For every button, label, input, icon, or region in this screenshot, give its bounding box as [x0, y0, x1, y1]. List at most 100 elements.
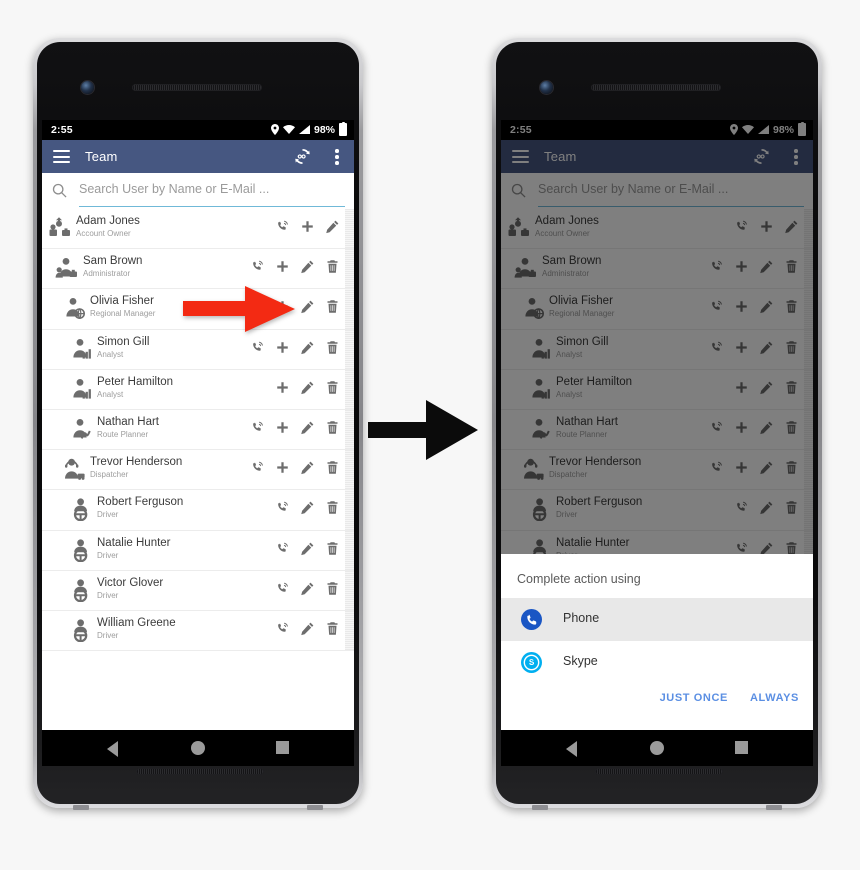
- just-once-button[interactable]: JUST ONCE: [660, 692, 728, 704]
- delete-icon[interactable]: [325, 259, 340, 274]
- signal-icon: [298, 125, 310, 134]
- table-row[interactable]: Natalie HunterDriver: [42, 530, 354, 571]
- delete-icon[interactable]: [325, 581, 340, 596]
- row-actions: [275, 541, 340, 556]
- phone-left-screen: 2:55 98% Team Search User by Name or E-M…: [42, 120, 354, 730]
- list-scrollbar[interactable]: [345, 450, 354, 490]
- user-identity: Victor GloverDriver: [97, 577, 163, 601]
- home-circle-icon[interactable]: [650, 741, 664, 755]
- list-scrollbar[interactable]: [345, 610, 354, 651]
- home-circle-icon[interactable]: [191, 741, 205, 755]
- route-planner-avatar-icon: [69, 417, 93, 441]
- call-icon[interactable]: [250, 259, 265, 274]
- list-scrollbar[interactable]: [345, 409, 354, 450]
- search-input[interactable]: Search User by Name or E-Mail ...: [79, 182, 269, 196]
- list-scrollbar[interactable]: [345, 530, 354, 570]
- table-row[interactable]: Adam Jones Account Owner: [42, 209, 354, 250]
- user-identity: Simon GillAnalyst: [97, 336, 149, 360]
- call-icon[interactable]: [250, 420, 265, 435]
- call-icon[interactable]: [275, 621, 290, 636]
- back-triangle-icon[interactable]: [566, 741, 577, 757]
- phone-app-icon: [521, 609, 542, 630]
- table-row[interactable]: Trevor HendersonDispatcher: [42, 450, 354, 491]
- edit-icon[interactable]: [300, 541, 315, 556]
- user-identity: Sam BrownAdministrator: [83, 255, 142, 279]
- add-icon[interactable]: [275, 460, 290, 475]
- user-name: Olivia Fisher: [90, 295, 154, 308]
- add-icon[interactable]: [275, 259, 290, 274]
- phone-right-screen: 2:55 98%: [501, 120, 813, 730]
- row-actions: [275, 621, 340, 636]
- list-scrollbar[interactable]: [345, 369, 354, 409]
- add-icon[interactable]: [275, 420, 290, 435]
- delete-icon[interactable]: [325, 500, 340, 515]
- user-identity: Peter HamiltonAnalyst: [97, 376, 173, 400]
- dialog-option-phone[interactable]: Phone: [501, 598, 813, 641]
- battery-icon: [339, 121, 347, 136]
- hamburger-menu-icon[interactable]: [53, 150, 70, 163]
- delete-icon[interactable]: [325, 299, 340, 314]
- user-identity: William GreeneDriver: [97, 617, 176, 641]
- call-icon[interactable]: [250, 460, 265, 475]
- edit-icon[interactable]: [300, 460, 315, 475]
- edit-icon[interactable]: [325, 219, 340, 234]
- list-scrollbar[interactable]: [345, 329, 354, 369]
- list-scrollbar[interactable]: [345, 570, 354, 610]
- row-actions: [250, 460, 340, 475]
- user-role: Dispatcher: [90, 470, 129, 480]
- complete-action-dialog: Complete action using Phone Skype JUST O…: [501, 554, 813, 730]
- table-row[interactable]: Robert FergusonDriver: [42, 490, 354, 531]
- list-scrollbar[interactable]: [345, 490, 354, 530]
- table-row[interactable]: Peter HamiltonAnalyst: [42, 369, 354, 410]
- user-role: Driver: [97, 510, 119, 520]
- edit-icon[interactable]: [300, 500, 315, 515]
- delete-icon[interactable]: [325, 541, 340, 556]
- edit-icon[interactable]: [300, 420, 315, 435]
- edit-icon[interactable]: [300, 340, 315, 355]
- add-icon[interactable]: [275, 340, 290, 355]
- edit-icon[interactable]: [300, 581, 315, 596]
- edit-icon[interactable]: [300, 380, 315, 395]
- user-role: Analyst: [97, 349, 124, 359]
- add-icon[interactable]: [275, 380, 290, 395]
- always-button[interactable]: ALWAYS: [750, 692, 799, 704]
- edit-icon[interactable]: [300, 259, 315, 274]
- row-actions: [250, 340, 340, 355]
- delete-icon[interactable]: [325, 340, 340, 355]
- recents-square-icon[interactable]: [276, 741, 289, 754]
- user-identity: Adam Jones Account Owner: [76, 215, 140, 239]
- row-actions: [250, 259, 340, 274]
- page-title: Team: [85, 149, 118, 164]
- table-row[interactable]: William GreeneDriver: [42, 610, 354, 652]
- delete-icon[interactable]: [325, 420, 340, 435]
- table-row[interactable]: Nathan HartRoute Planner: [42, 409, 354, 451]
- search-bar[interactable]: Search User by Name or E-Mail ...: [42, 173, 354, 209]
- delete-icon[interactable]: [325, 621, 340, 636]
- dialog-option-label: Phone: [563, 611, 600, 625]
- delete-icon[interactable]: [325, 460, 340, 475]
- call-icon[interactable]: [250, 340, 265, 355]
- call-icon[interactable]: [275, 219, 290, 234]
- table-row[interactable]: Victor GloverDriver: [42, 570, 354, 611]
- user-role: Route Planner: [97, 429, 149, 439]
- phone-right-front: 2:55 98%: [496, 42, 818, 804]
- recents-square-icon[interactable]: [735, 741, 748, 754]
- call-icon[interactable]: [275, 500, 290, 515]
- sync-icon[interactable]: [293, 147, 312, 166]
- back-triangle-icon[interactable]: [107, 741, 118, 757]
- phone-left-foot: [73, 804, 323, 810]
- kebab-menu-icon[interactable]: [335, 149, 339, 165]
- edit-icon[interactable]: [300, 299, 315, 314]
- list-scrollbar[interactable]: [345, 249, 354, 289]
- call-icon[interactable]: [275, 581, 290, 596]
- regional-manager-avatar-icon: [62, 296, 86, 320]
- list-scrollbar[interactable]: [345, 289, 354, 329]
- edit-icon[interactable]: [300, 621, 315, 636]
- dialog-option-skype[interactable]: Skype: [501, 641, 813, 684]
- driver-avatar-icon: [69, 538, 93, 562]
- add-icon[interactable]: [300, 219, 315, 234]
- call-icon[interactable]: [275, 541, 290, 556]
- list-scrollbar[interactable]: [345, 209, 354, 249]
- table-row[interactable]: Simon GillAnalyst: [42, 329, 354, 370]
- delete-icon[interactable]: [325, 380, 340, 395]
